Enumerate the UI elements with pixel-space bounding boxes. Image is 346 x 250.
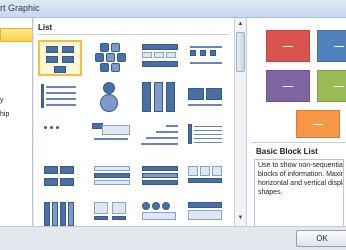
preview-block-1 [266, 30, 310, 62]
category-item-label: hip [0, 111, 10, 118]
preview-block-3 [266, 70, 310, 102]
category-item-selected[interactable] [0, 28, 32, 42]
category-item[interactable]: y [0, 94, 32, 108]
layout-gallery: List [34, 18, 234, 226]
layout-thumb-trapezoid-list[interactable] [138, 160, 182, 196]
layout-thumb-stacked-list[interactable] [184, 80, 228, 116]
description-line: shapes. [258, 189, 283, 196]
layout-thumb-tab-list[interactable] [90, 120, 134, 156]
layout-thumb-lined-list[interactable] [184, 120, 228, 156]
layout-preview-pane: Basic Block List Use to show non-sequent… [246, 18, 346, 241]
layout-thumb-circle-list[interactable] [90, 80, 134, 116]
layout-thumb-vertical-bullet[interactable] [38, 198, 82, 226]
layout-thumb-vertical-box-list[interactable] [138, 80, 182, 116]
scroll-down-icon[interactable]: ▼ [236, 214, 245, 223]
description-line: Use to show non-sequential o [258, 162, 344, 169]
gallery-scrollbar[interactable]: ▲ ▼ [234, 18, 245, 226]
layout-thumb-segmented-list[interactable] [184, 198, 228, 226]
dialog-title-bar: rt Graphic [0, 0, 346, 18]
gallery-heading: List [38, 23, 53, 32]
layout-thumb-basic-block-list[interactable] [38, 40, 82, 76]
scrollbar-thumb[interactable] [236, 32, 245, 72]
layout-thumb-chevron-list[interactable] [38, 80, 82, 116]
layout-thumb-hexagon[interactable] [90, 40, 134, 76]
category-list: y hip [0, 18, 33, 226]
gallery-divider [38, 34, 230, 35]
layout-thumb-horizontal-list[interactable] [138, 40, 182, 76]
preview-divider [251, 142, 346, 143]
layout-thumb-circle-accent[interactable] [138, 198, 182, 226]
dialog-button-bar: OK [0, 226, 346, 250]
layout-thumb-grouped-list[interactable] [38, 160, 82, 196]
preview-block-2 [317, 30, 346, 62]
category-item[interactable]: hip [0, 108, 32, 122]
ok-button[interactable]: OK [296, 230, 346, 247]
layout-thumb-step-list[interactable] [138, 120, 182, 156]
description-line: horizontal and vertical display [258, 180, 344, 187]
layout-name: Basic Block List [256, 147, 318, 156]
layout-thumb-picture-strips[interactable] [184, 40, 228, 76]
preview-block-5 [296, 110, 340, 138]
dialog-title: rt Graphic [0, 3, 40, 13]
category-item-label: y [0, 97, 4, 104]
layout-thumb-bullet-list[interactable] [38, 120, 82, 156]
layout-thumb-picture-caption[interactable] [90, 198, 134, 226]
preview-block-4 [317, 70, 346, 102]
scroll-up-icon[interactable]: ▲ [236, 20, 245, 29]
description-line: blocks of information. Maximi [258, 171, 344, 178]
layout-thumb-table-list[interactable] [90, 160, 134, 196]
layout-thumb-vertical-chevron[interactable] [184, 160, 228, 196]
